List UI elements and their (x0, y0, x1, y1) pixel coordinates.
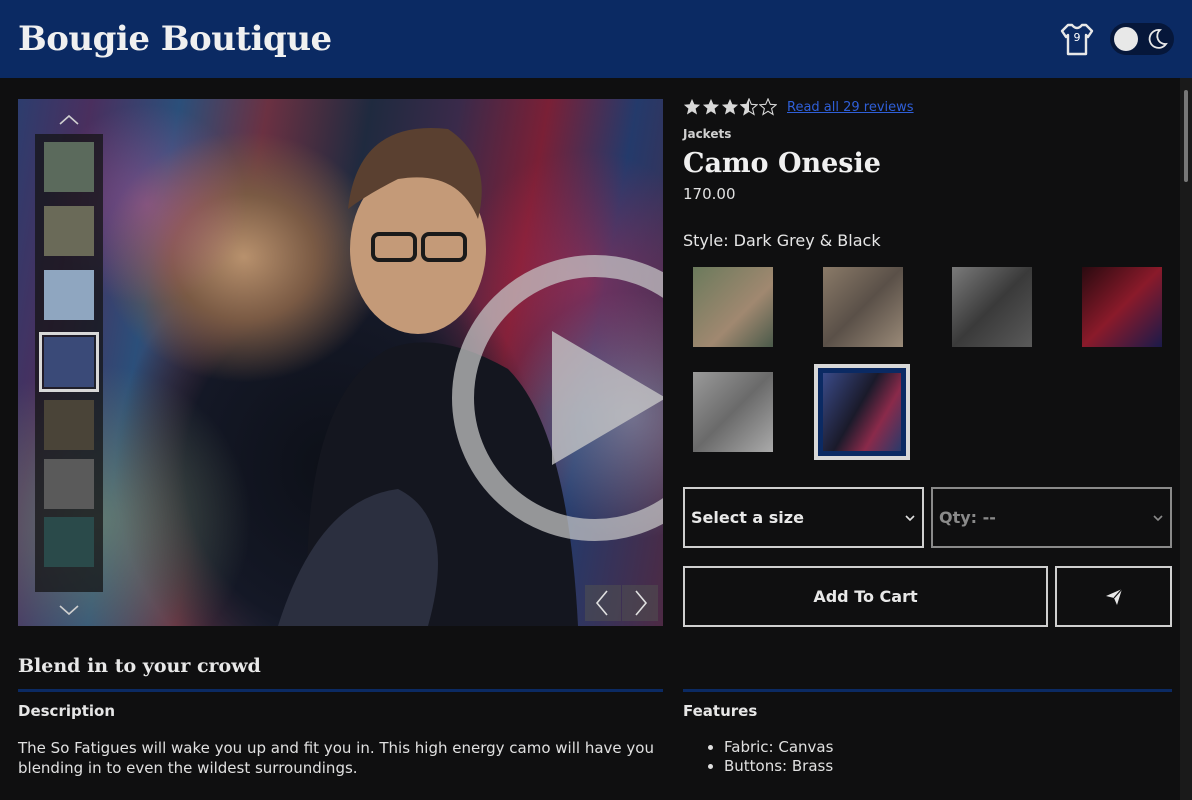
feature-item: Fabric: Canvas (724, 738, 833, 757)
chevron-down-icon (1153, 514, 1163, 521)
share-button[interactable] (1055, 566, 1172, 627)
star-icon (721, 98, 739, 115)
chevron-right-icon (635, 590, 648, 616)
features-divider (683, 689, 1172, 692)
thumbnail[interactable] (44, 400, 94, 450)
thumbnail[interactable] (44, 142, 94, 192)
quantity-select[interactable]: Qty: -- (931, 487, 1172, 548)
thumbnail[interactable] (44, 206, 94, 256)
description-divider (18, 689, 663, 692)
style-label: Style: Dark Grey & Black (683, 231, 881, 250)
product-gallery (18, 99, 663, 626)
star-rating (683, 98, 777, 116)
size-select[interactable]: Select a size (683, 487, 924, 548)
thumbnail[interactable] (44, 270, 94, 320)
header-actions: 9 (1058, 21, 1174, 57)
gallery-prev-button[interactable] (585, 585, 621, 621)
swatch-image (821, 371, 903, 453)
theme-toggle[interactable] (1110, 23, 1174, 55)
feature-item: Buttons: Brass (724, 757, 833, 776)
style-swatch[interactable] (1082, 267, 1162, 347)
star-icon (683, 98, 701, 115)
thumbnail[interactable] (44, 517, 94, 567)
star-icon (702, 98, 720, 115)
thumbnail-active[interactable] (39, 332, 99, 392)
page-scrollbar[interactable] (1180, 78, 1192, 800)
product-price: 170.00 (683, 185, 736, 203)
features-list: Fabric: Canvas Buttons: Brass (704, 738, 833, 776)
paper-plane-icon (1105, 588, 1122, 605)
star-half-icon (740, 98, 758, 116)
add-to-cart-button[interactable]: Add To Cart (683, 566, 1048, 627)
thumbnail[interactable] (44, 459, 94, 509)
size-select-value: Select a size (691, 508, 804, 527)
thumbnail-strip (35, 134, 103, 592)
gallery-next-button[interactable] (622, 585, 658, 621)
chevron-up-icon[interactable] (56, 111, 82, 129)
site-header: Bougie Boutique 9 (0, 0, 1192, 78)
style-swatch-selected[interactable] (814, 364, 910, 460)
style-swatch[interactable] (693, 372, 773, 452)
description-heading: Description (18, 702, 116, 720)
star-empty-icon (759, 98, 777, 116)
style-swatch[interactable] (693, 267, 773, 347)
play-icon[interactable] (450, 253, 663, 543)
style-swatch[interactable] (952, 267, 1032, 347)
moon-icon (1148, 29, 1168, 49)
rating-row: Read all 29 reviews (683, 98, 914, 116)
quantity-select-value: Qty: -- (939, 508, 996, 527)
product-category[interactable]: Jackets (683, 127, 731, 141)
chevron-down-icon[interactable] (56, 601, 82, 619)
scrollbar-thumb[interactable] (1184, 90, 1188, 182)
toggle-knob (1114, 27, 1138, 51)
brand-logo[interactable]: Bougie Boutique (18, 19, 332, 59)
product-title: Camo Onesie (683, 148, 881, 179)
reviews-link[interactable]: Read all 29 reviews (787, 100, 914, 115)
cart-count: 9 (1073, 31, 1081, 44)
product-description: The So Fatigues will wake you up and fit… (18, 739, 654, 777)
style-swatch[interactable] (823, 267, 903, 347)
add-to-cart-label: Add To Cart (813, 587, 918, 606)
features-heading: Features (683, 702, 758, 720)
product-tagline: Blend in to your crowd (18, 655, 261, 677)
chevron-left-icon (595, 590, 608, 616)
chevron-down-icon (905, 514, 915, 521)
cart-icon[interactable]: 9 (1058, 21, 1096, 57)
